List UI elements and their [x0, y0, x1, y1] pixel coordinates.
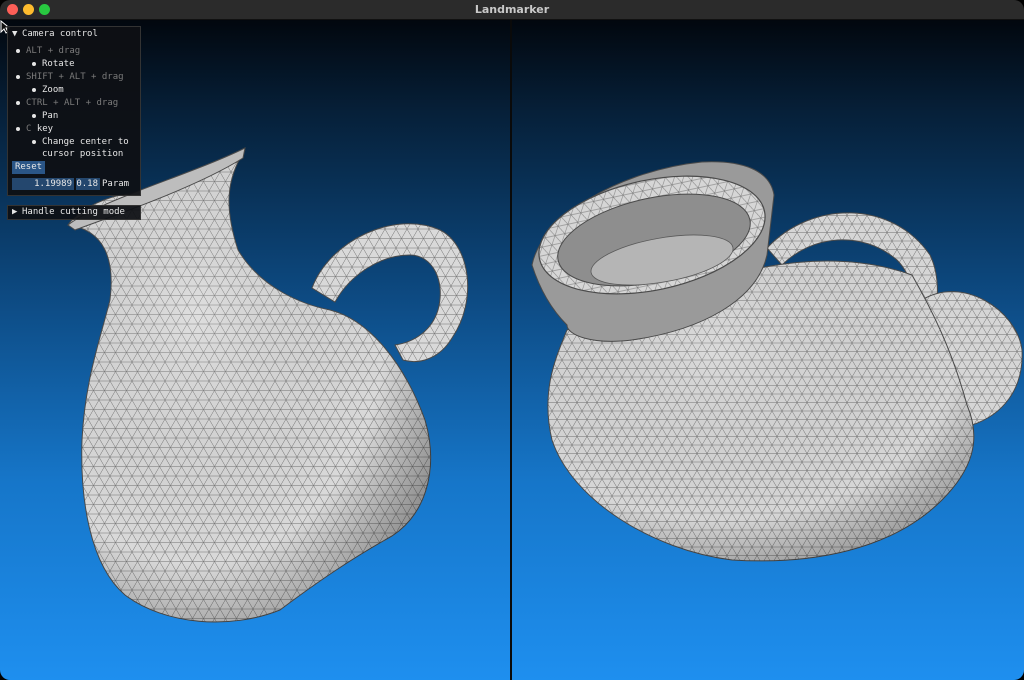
list-item: Pan — [32, 111, 58, 121]
bullet-icon — [16, 100, 20, 105]
right-mesh-render — [531, 161, 1023, 562]
bullet-icon — [32, 113, 36, 118]
reset-button[interactable]: Reset — [12, 161, 45, 174]
handle-cutting-header[interactable]: ▶ Handle cutting mode — [12, 207, 125, 217]
list-item: Zoom — [32, 85, 64, 95]
handle-cutting-panel[interactable]: ▶ Handle cutting mode — [7, 205, 141, 220]
param-value-field-1[interactable]: 1.19989 — [12, 178, 74, 190]
camera-control-header[interactable]: ▼ Camera control — [12, 29, 98, 39]
bullet-icon — [32, 139, 36, 144]
window-title: Landmarker — [474, 3, 550, 16]
list-item: Rotate — [32, 59, 75, 69]
list-item: Change center to — [32, 137, 129, 147]
bullet-icon — [16, 48, 20, 53]
bullet-icon — [32, 87, 36, 92]
list-item: ALT + drag — [16, 46, 80, 56]
expand-arrow-icon: ▶ — [12, 207, 18, 217]
param-label: Param — [102, 179, 130, 189]
right-jug — [531, 161, 1023, 562]
title-bar: Landmarker — [0, 0, 1024, 20]
param-value-field-2[interactable]: 0.18 — [76, 178, 100, 190]
camera-control-panel: ▼ Camera control ALT + drag Rotate SHIFT … — [7, 26, 141, 196]
list-item-continuation: cursor position — [42, 149, 124, 159]
bullet-icon — [32, 61, 36, 66]
app-window: Landmarker ▼ Camera control ALT + drag R… — [0, 0, 1024, 680]
list-item: C key — [16, 124, 53, 134]
bullet-icon — [16, 126, 20, 131]
list-item: SHIFT + ALT + drag — [16, 72, 124, 82]
collapse-arrow-icon: ▼ — [12, 29, 18, 39]
right-viewport[interactable] — [512, 20, 1024, 680]
bullet-icon — [16, 74, 20, 79]
list-item: CTRL + ALT + drag — [16, 98, 118, 108]
